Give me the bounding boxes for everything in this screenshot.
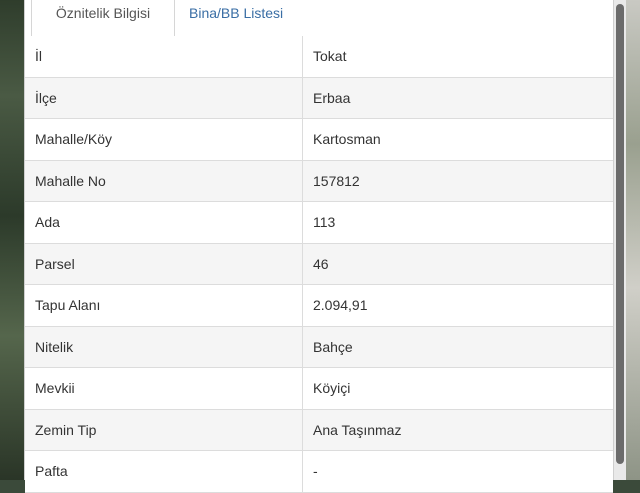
tab-attribute-info[interactable]: Öznitelik Bilgisi: [31, 0, 175, 37]
table-row: Tapu Alanı 2.094,91: [25, 285, 613, 327]
attribute-key: Mevkii: [25, 368, 303, 409]
attribute-value: Bahçe: [313, 338, 353, 355]
table-row: Pafta -: [25, 451, 613, 493]
table-row: Mevkii Köyiçi: [25, 368, 613, 410]
attribute-value: Erbaa: [313, 89, 351, 106]
table-row: İl Tokat: [25, 36, 613, 78]
scrollbar-thumb[interactable]: [616, 4, 624, 464]
attribute-value: Köyiçi: [313, 380, 351, 396]
attribute-value: 157812: [313, 172, 360, 189]
tab-bar: Öznitelik Bilgisi Bina/BB Listesi: [25, 0, 613, 37]
map-background-right: [626, 0, 640, 480]
attribute-key: Mahalle No: [25, 160, 303, 201]
attribute-key: Parsel: [25, 243, 303, 284]
attribute-value: 113: [313, 214, 336, 230]
map-background-left: [0, 0, 26, 480]
table-row: Ada 113: [25, 202, 613, 244]
attribute-value: -: [313, 463, 318, 479]
attribute-value: Ana Taşınmaz: [313, 421, 402, 438]
attribute-value: Kartosman: [313, 131, 381, 147]
attribute-key: Pafta: [25, 451, 303, 492]
attribute-key: Ada: [25, 202, 303, 243]
tab-building-list[interactable]: Bina/BB Listesi: [179, 0, 301, 36]
attribute-key: Tapu Alanı: [25, 285, 303, 326]
attribute-key: İlçe: [25, 77, 303, 118]
attribute-value: 46: [313, 255, 329, 272]
table-row: Mahalle No 157812: [25, 160, 613, 202]
attribute-key: İl: [25, 36, 303, 77]
vertical-scrollbar[interactable]: [614, 0, 626, 480]
attribute-value: Tokat: [313, 48, 347, 64]
table-row: Zemin Tip Ana Taşınmaz: [25, 409, 613, 451]
attribute-table: İl Tokat İlçe Erbaa Mahalle/Köy Kartosma…: [25, 36, 613, 493]
table-row: Parsel 46: [25, 243, 613, 285]
attribute-key: Nitelik: [25, 326, 303, 367]
attribute-key: Mahalle/Köy: [25, 119, 303, 160]
attribute-value: 2.094,91: [313, 297, 368, 313]
table-row: Nitelik Bahçe: [25, 326, 613, 368]
attribute-key: Zemin Tip: [25, 409, 303, 450]
table-row: Mahalle/Köy Kartosman: [25, 119, 613, 161]
attribute-panel: Öznitelik Bilgisi Bina/BB Listesi İl Tok…: [24, 0, 614, 493]
table-row: İlçe Erbaa: [25, 77, 613, 119]
